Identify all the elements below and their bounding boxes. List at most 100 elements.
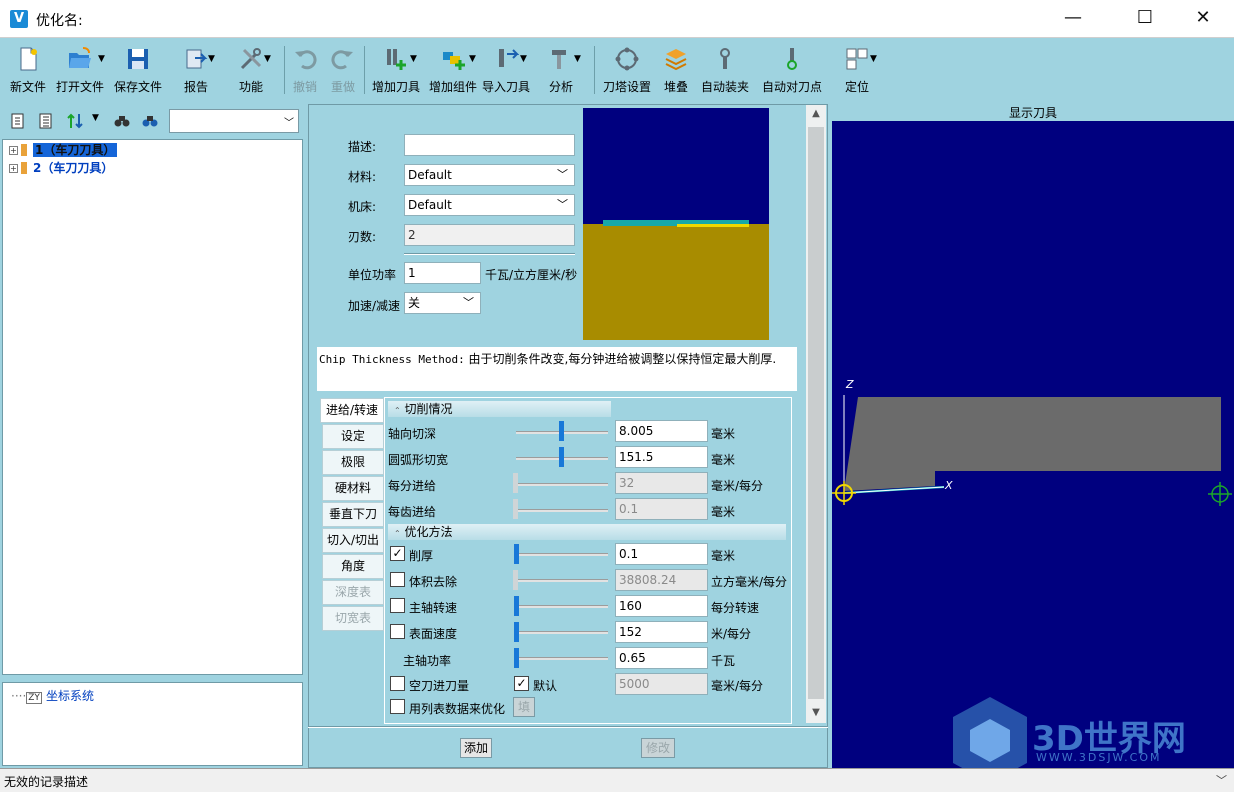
auto-probe-button[interactable]: 自动对刀点 <box>758 42 826 98</box>
save-file-button[interactable]: 保存文件 <box>112 42 164 98</box>
machine-select[interactable]: Default ﹀ <box>404 194 575 216</box>
expand-all-icon[interactable] <box>38 113 54 129</box>
add-tool-button[interactable]: ▼ 增加刀具 <box>370 42 422 98</box>
cutting-section-header[interactable]: ⌃ 切削情况 <box>388 401 611 417</box>
feed-per-tooth-field[interactable]: 0.1 <box>615 498 708 520</box>
volume-removal-slider-thumb[interactable] <box>513 570 518 590</box>
collapse-all-icon[interactable] <box>10 113 26 129</box>
radial-width-slider-thumb[interactable] <box>559 447 564 467</box>
tool-tree[interactable]: +1（车刀刀具） +2（车刀刀具） <box>2 139 303 675</box>
tab-width-table[interactable]: 切宽表 <box>322 606 384 631</box>
surface-speed-slider[interactable] <box>516 631 608 634</box>
feed-per-min-field[interactable]: 32 <box>615 472 708 494</box>
spindle-speed-slider[interactable] <box>516 605 608 608</box>
teeth-field[interactable]: 2 <box>404 224 575 246</box>
surface-speed-slider-thumb[interactable] <box>514 622 519 642</box>
analysis-button[interactable]: ▼ 分析 <box>538 42 584 98</box>
auto-clamp-button[interactable]: 自动装夹 <box>698 42 752 98</box>
find-icon[interactable] <box>114 113 130 129</box>
scroll-up-icon[interactable]: ▲ <box>806 108 826 119</box>
spindle-power-field[interactable]: 0.65 <box>615 647 708 669</box>
optimize-section-header[interactable]: ⌃ 优化方法 <box>388 524 786 540</box>
radial-width-field[interactable]: 151.5 <box>615 446 708 468</box>
spindle-speed-checkbox[interactable] <box>390 598 405 613</box>
tab-lead-in-out[interactable]: 切入/切出 <box>322 528 384 553</box>
import-tool-button[interactable]: ▼ 导入刀具 <box>480 42 532 98</box>
minimize-button[interactable]: — <box>1050 0 1096 38</box>
fill-button[interactable]: 填 <box>513 697 535 717</box>
axial-depth-field[interactable]: 8.005 <box>615 420 708 442</box>
divider <box>404 253 575 255</box>
spindle-speed-slider-thumb[interactable] <box>514 596 519 616</box>
add-button[interactable]: 添加 <box>460 738 492 758</box>
volume-removal-field[interactable]: 38808.24 <box>615 569 708 591</box>
add-component-button[interactable]: ▼ 增加组件 <box>425 42 481 98</box>
air-cut-label: 空刀进刀量 <box>409 679 470 693</box>
volume-removal-slider[interactable] <box>516 579 608 582</box>
accel-select[interactable]: 关 ﹀ <box>404 292 481 314</box>
spindle-power-slider-thumb[interactable] <box>514 648 519 668</box>
report-dropdown-icon: ▼ <box>208 54 215 64</box>
axial-depth-slider-thumb[interactable] <box>559 421 564 441</box>
maximize-button[interactable]: ☐ <box>1122 0 1168 38</box>
new-file-button[interactable]: 新文件 <box>6 42 50 98</box>
tab-limits[interactable]: 极限 <box>322 450 384 475</box>
feed-per-tooth-slider[interactable] <box>516 509 608 512</box>
stack-button[interactable]: 堆叠 <box>658 42 694 98</box>
coordinate-tree[interactable]: ···· ZY 坐标系统 <box>2 682 303 766</box>
surface-speed-checkbox[interactable] <box>390 624 405 639</box>
modify-button[interactable]: 修改 <box>641 738 675 758</box>
surface-speed-field[interactable]: 152 <box>615 621 708 643</box>
expand-icon[interactable]: + <box>9 164 18 173</box>
sort-dropdown-icon[interactable]: ▼ <box>92 113 99 123</box>
feed-per-tooth-slider-thumb[interactable] <box>513 499 518 519</box>
scrollbar-thumb[interactable] <box>808 127 824 699</box>
volume-removal-checkbox[interactable] <box>390 572 405 587</box>
chevron-down-icon[interactable]: ﹀ <box>1216 772 1227 788</box>
undo-button[interactable]: 撤销 <box>288 42 322 98</box>
new-file-label: 新文件 <box>9 80 46 94</box>
tab-settings[interactable]: 设定 <box>322 424 384 449</box>
tab-depth-table[interactable]: 深度表 <box>322 580 384 605</box>
description-field[interactable] <box>404 134 575 156</box>
chip-thickness-slider-thumb[interactable] <box>514 544 519 564</box>
tree-item-tool-2[interactable]: +2（车刀刀具） <box>9 160 113 176</box>
air-cut-checkbox[interactable] <box>390 676 405 691</box>
radial-width-label: 圆弧形切宽 <box>388 453 449 467</box>
scroll-down-icon[interactable]: ▼ <box>806 707 826 718</box>
spindle-power-slider[interactable] <box>516 657 608 660</box>
volume-removal-unit: 立方毫米/每分 <box>711 575 788 589</box>
find-next-icon[interactable] <box>142 113 158 129</box>
open-file-button[interactable]: ▼ 打开文件 <box>54 42 106 98</box>
tree-item-coordinate-system[interactable]: ···· ZY 坐标系统 <box>11 687 94 704</box>
use-table-checkbox[interactable] <box>390 699 405 714</box>
locate-button[interactable]: ▼ 定位 <box>834 42 880 98</box>
air-cut-field[interactable]: 5000 <box>615 673 708 695</box>
chip-thickness-checkbox[interactable]: ✓ <box>390 546 405 561</box>
properties-scrollbar[interactable]: ▲ ▼ <box>806 105 826 723</box>
spindle-speed-field[interactable]: 160 <box>615 595 708 617</box>
tool-filter-combo[interactable]: ﹀ <box>169 109 299 133</box>
chip-thickness-field[interactable]: 0.1 <box>615 543 708 565</box>
feed-per-tooth-label: 每齿进给 <box>388 505 437 519</box>
report-button[interactable]: ▼ 报告 <box>170 42 222 98</box>
tab-angle[interactable]: 角度 <box>322 554 384 579</box>
tool-3d-viewport[interactable]: Z X 3D世界网 WWW.3DSJW.COM <box>832 121 1234 768</box>
tab-feed-speed[interactable]: 进给/转速 <box>320 398 384 423</box>
feed-per-min-slider[interactable] <box>516 483 608 486</box>
close-button[interactable]: ✕ <box>1180 0 1226 38</box>
default-checkbox[interactable]: ✓ <box>514 676 529 691</box>
tree-item-tool-1[interactable]: +1（车刀刀具） <box>9 142 118 158</box>
redo-button[interactable]: 重做 <box>326 42 360 98</box>
material-select[interactable]: Default ﹀ <box>404 164 575 186</box>
tab-hard-material[interactable]: 硬材料 <box>322 476 384 501</box>
feed-per-min-slider-thumb[interactable] <box>513 473 518 493</box>
unit-power-field[interactable]: 1 <box>404 262 481 284</box>
expand-icon[interactable]: + <box>9 146 18 155</box>
sort-icon[interactable] <box>66 113 88 129</box>
tab-plunge[interactable]: 垂直下刀 <box>322 502 384 527</box>
function-button[interactable]: ▼ 功能 <box>226 42 276 98</box>
chip-thickness-slider[interactable] <box>516 553 608 556</box>
spindle-speed-label: 主轴转速 <box>409 601 458 615</box>
turret-setup-button[interactable]: 刀塔设置 <box>600 42 654 98</box>
